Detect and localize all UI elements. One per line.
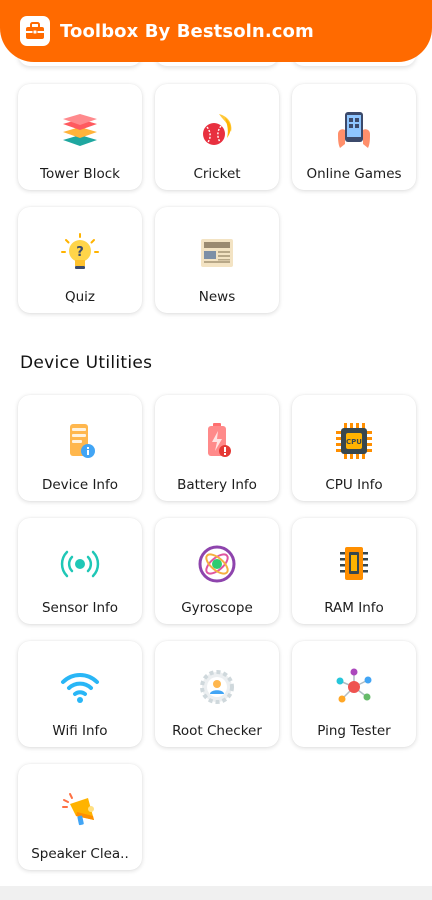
tile-label: Online Games	[306, 166, 402, 182]
tile-news[interactable]: News	[155, 207, 279, 313]
tile-label: Gyroscope	[181, 600, 253, 616]
app-bar: Toolbox By Bestsoln.com	[0, 0, 432, 62]
tile-label: Speaker Clea..	[31, 846, 129, 862]
tile-speaker-cleaner[interactable]: Speaker Clea..	[18, 764, 142, 870]
gyroscope-icon	[197, 544, 237, 584]
news-icon	[197, 233, 237, 273]
device-info-icon	[60, 421, 100, 461]
tile-ping-tester[interactable]: Ping Tester	[292, 641, 416, 747]
tile-label: Device Info	[41, 477, 118, 493]
tile-cpu-info[interactable]: CPU CPU Info	[292, 395, 416, 501]
tower-block-icon	[60, 110, 100, 150]
ram-info-icon	[334, 544, 374, 584]
tile-battery-info[interactable]: Battery Info	[155, 395, 279, 501]
cpu-info-icon: CPU	[334, 421, 374, 461]
tile-ram-info[interactable]: RAM Info	[292, 518, 416, 624]
tile-sensor-info[interactable]: Sensor Info	[18, 518, 142, 624]
tile-cricket[interactable]: Cricket	[155, 84, 279, 190]
root-checker-icon	[197, 667, 237, 707]
tile-label: Battery Info	[177, 477, 257, 493]
online-games-icon	[334, 110, 374, 150]
tile-device-info[interactable]: Device Info	[18, 395, 142, 501]
toolbox-logo-icon	[20, 16, 50, 46]
tile-quiz[interactable]: ? Quiz	[18, 207, 142, 313]
app-title: Toolbox By Bestsoln.com	[60, 20, 314, 42]
tile-gyroscope[interactable]: Gyroscope	[155, 518, 279, 624]
cricket-icon	[197, 110, 237, 150]
sensor-info-icon	[60, 544, 100, 584]
ping-tester-icon	[334, 667, 374, 707]
tile-root-checker[interactable]: Root Checker	[155, 641, 279, 747]
tile-label: Ping Tester	[317, 723, 391, 739]
tile-wifi-info[interactable]: Wifi Info	[18, 641, 142, 747]
speaker-cleaner-icon	[60, 790, 100, 830]
tile-online-games[interactable]: Online Games	[292, 84, 416, 190]
tile-label: Cricket	[193, 166, 241, 182]
tile-label: Quiz	[64, 289, 96, 305]
battery-info-icon	[197, 421, 237, 461]
wifi-info-icon	[60, 667, 100, 707]
svg-text:?: ?	[76, 245, 84, 260]
tile-label: CPU Info	[325, 477, 383, 493]
tile-tower-block[interactable]: Tower Block	[18, 84, 142, 190]
tile-label: Wifi Info	[52, 723, 108, 739]
section-title-device-utilities: Device Utilities	[20, 353, 153, 373]
tile-label: Sensor Info	[41, 600, 119, 616]
quiz-icon: ?	[60, 233, 100, 273]
svg-text:CPU: CPU	[346, 438, 362, 446]
tile-label: RAM Info	[324, 600, 384, 616]
tile-label: Tower Block	[40, 166, 120, 182]
tile-label: News	[198, 289, 236, 305]
bottom-edge	[0, 886, 432, 900]
tile-label: Root Checker	[172, 723, 262, 739]
